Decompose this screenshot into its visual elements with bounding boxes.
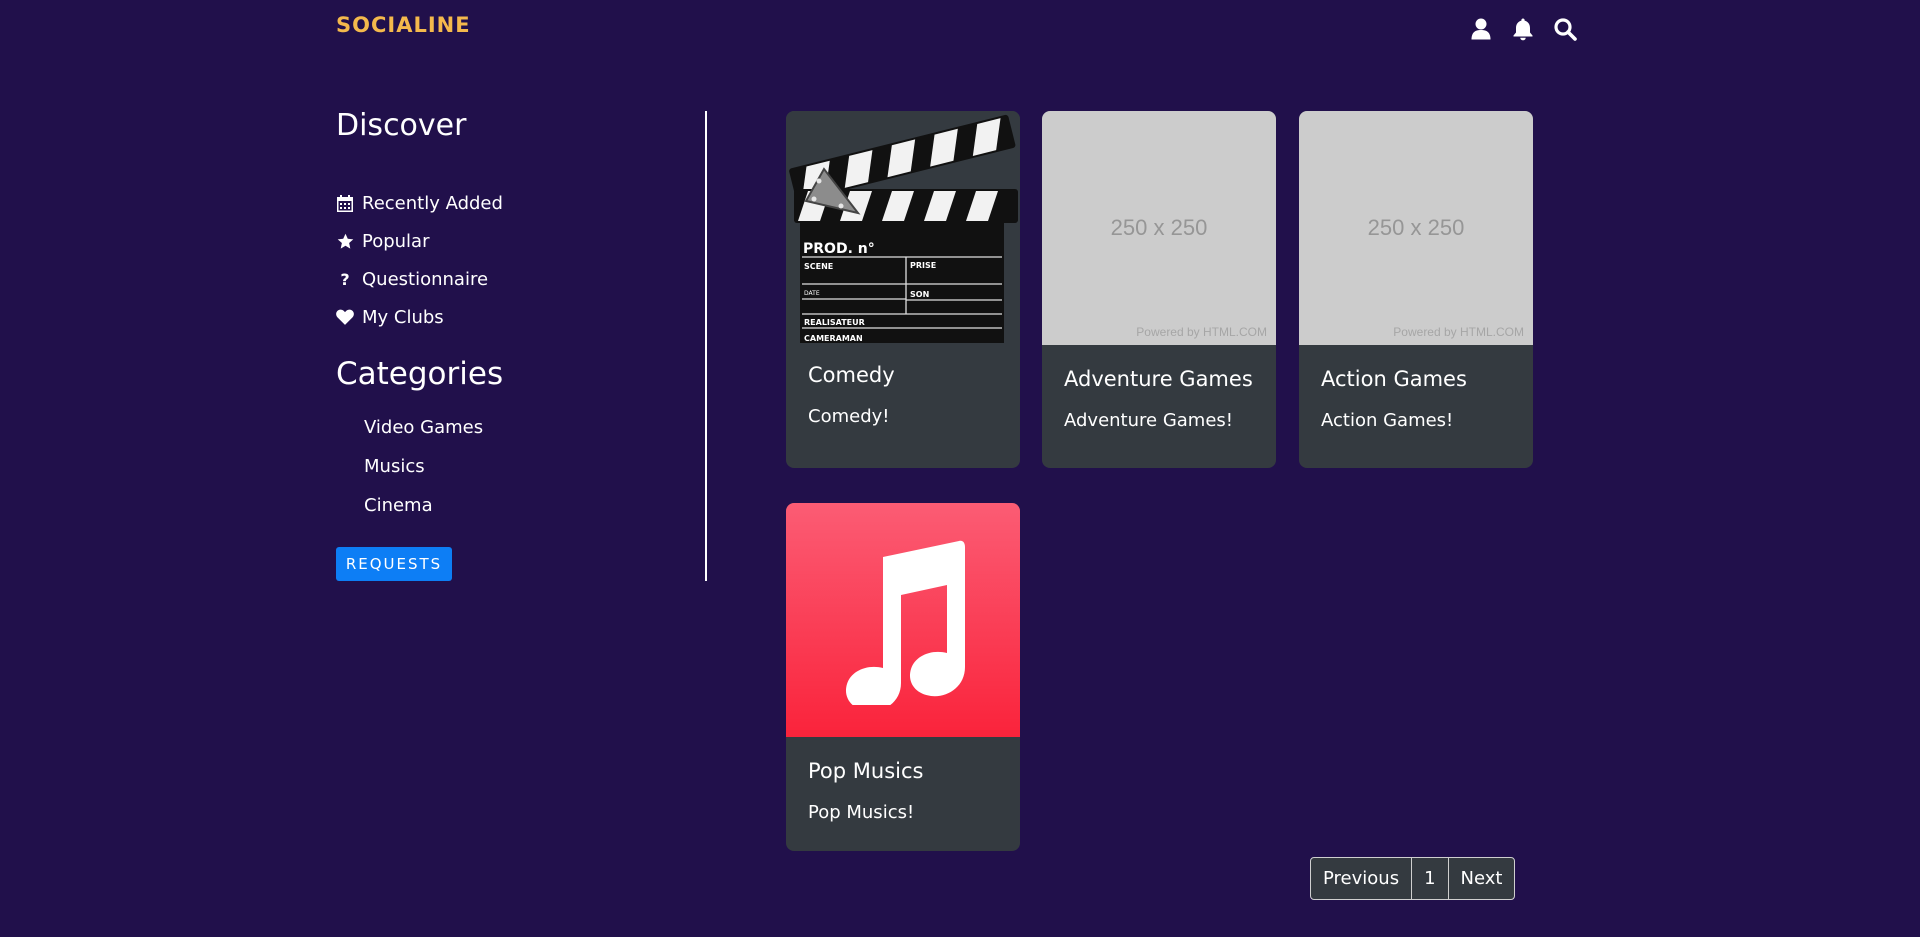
placeholder-powered-text: Powered by HTML.COM: [1393, 325, 1524, 339]
card-text: Comedy!: [808, 406, 890, 427]
discover-heading: Discover: [336, 108, 467, 143]
discover-list: Recently Added Popular ? Questionnaire M…: [336, 184, 503, 336]
card-title: Pop Musics: [808, 759, 924, 783]
clapper-son-label: SON: [910, 290, 929, 299]
clapper-prod-label: PROD. n°: [803, 241, 875, 257]
sidebar-item-recently-added[interactable]: Recently Added: [336, 184, 503, 222]
categories-heading: Categories: [336, 356, 504, 392]
previous-page-button[interactable]: Previous: [1311, 858, 1413, 899]
placeholder-size-text: 250 x 250: [1367, 215, 1465, 240]
clapper-date-label: DATE: [804, 290, 820, 297]
clapper-realisateur-label: REALISATEUR: [804, 318, 865, 327]
music-app-image: [786, 503, 1020, 737]
clapper-scene-label: SCENE: [804, 262, 833, 271]
clapperboard-icon: PROD. n° SCENE PRISE DATE SON REALISATEU…: [789, 114, 1018, 343]
placeholder-size-text: 250 x 250: [1110, 215, 1208, 240]
sidebar-item-popular[interactable]: Popular: [336, 222, 503, 260]
card-text: Pop Musics!: [808, 802, 915, 823]
card-title: Action Games: [1321, 367, 1467, 391]
next-page-button[interactable]: Next: [1449, 858, 1515, 899]
card-title: Adventure Games: [1064, 367, 1253, 391]
placeholder-image: 250 x 250 Powered by HTML.COM: [1299, 111, 1533, 345]
page-number-button[interactable]: 1: [1412, 858, 1449, 899]
categories-list: Video Games Musics Cinema: [364, 408, 483, 525]
brand-logo[interactable]: SOCIALINE: [336, 13, 471, 37]
category-cinema[interactable]: Cinema: [364, 486, 483, 525]
placeholder-image: 250 x 250 Powered by HTML.COM: [1042, 111, 1276, 345]
clapper-cameraman-label: CAMERAMAN: [804, 334, 863, 343]
placeholder-powered-text: Powered by HTML.COM: [1136, 325, 1267, 339]
club-card-pop-musics[interactable]: Pop Musics Pop Musics!: [786, 503, 1020, 851]
user-icon[interactable]: [1468, 14, 1494, 44]
card-title: Comedy: [808, 363, 895, 387]
sidebar-divider: [705, 111, 707, 581]
club-card-comedy[interactable]: PROD. n° SCENE PRISE DATE SON REALISATEU…: [786, 111, 1020, 468]
sidebar-item-label: My Clubs: [362, 306, 444, 328]
sidebar-item-label: Questionnaire: [362, 268, 489, 290]
star-icon: [336, 232, 354, 250]
category-video-games[interactable]: Video Games: [364, 408, 483, 447]
top-navbar: SOCIALINE: [0, 0, 1920, 60]
question-icon: ?: [340, 269, 350, 289]
calendar-icon: [336, 194, 354, 212]
header-icon-group: [1468, 14, 1578, 44]
sidebar-item-my-clubs[interactable]: My Clubs: [336, 298, 503, 336]
heart-icon: [336, 308, 354, 326]
requests-button[interactable]: REQUESTS: [336, 547, 452, 581]
card-text: Action Games!: [1321, 410, 1454, 431]
clapperboard-image: PROD. n° SCENE PRISE DATE SON REALISATEU…: [786, 111, 1020, 345]
card-text: Adventure Games!: [1064, 410, 1234, 431]
clapper-prise-label: PRISE: [910, 261, 936, 270]
club-card-adventure-games[interactable]: 250 x 250 Powered by HTML.COM Adventure …: [1042, 111, 1276, 468]
bell-icon[interactable]: [1510, 14, 1536, 44]
sidebar-item-questionnaire[interactable]: ? Questionnaire: [336, 260, 503, 298]
music-note-icon: [846, 540, 965, 705]
category-musics[interactable]: Musics: [364, 447, 483, 486]
club-card-action-games[interactable]: 250 x 250 Powered by HTML.COM Action Gam…: [1299, 111, 1533, 468]
sidebar-item-label: Popular: [362, 230, 430, 252]
sidebar-item-label: Recently Added: [362, 192, 503, 214]
search-icon[interactable]: [1552, 14, 1578, 44]
pagination: Previous 1 Next: [1310, 857, 1516, 900]
